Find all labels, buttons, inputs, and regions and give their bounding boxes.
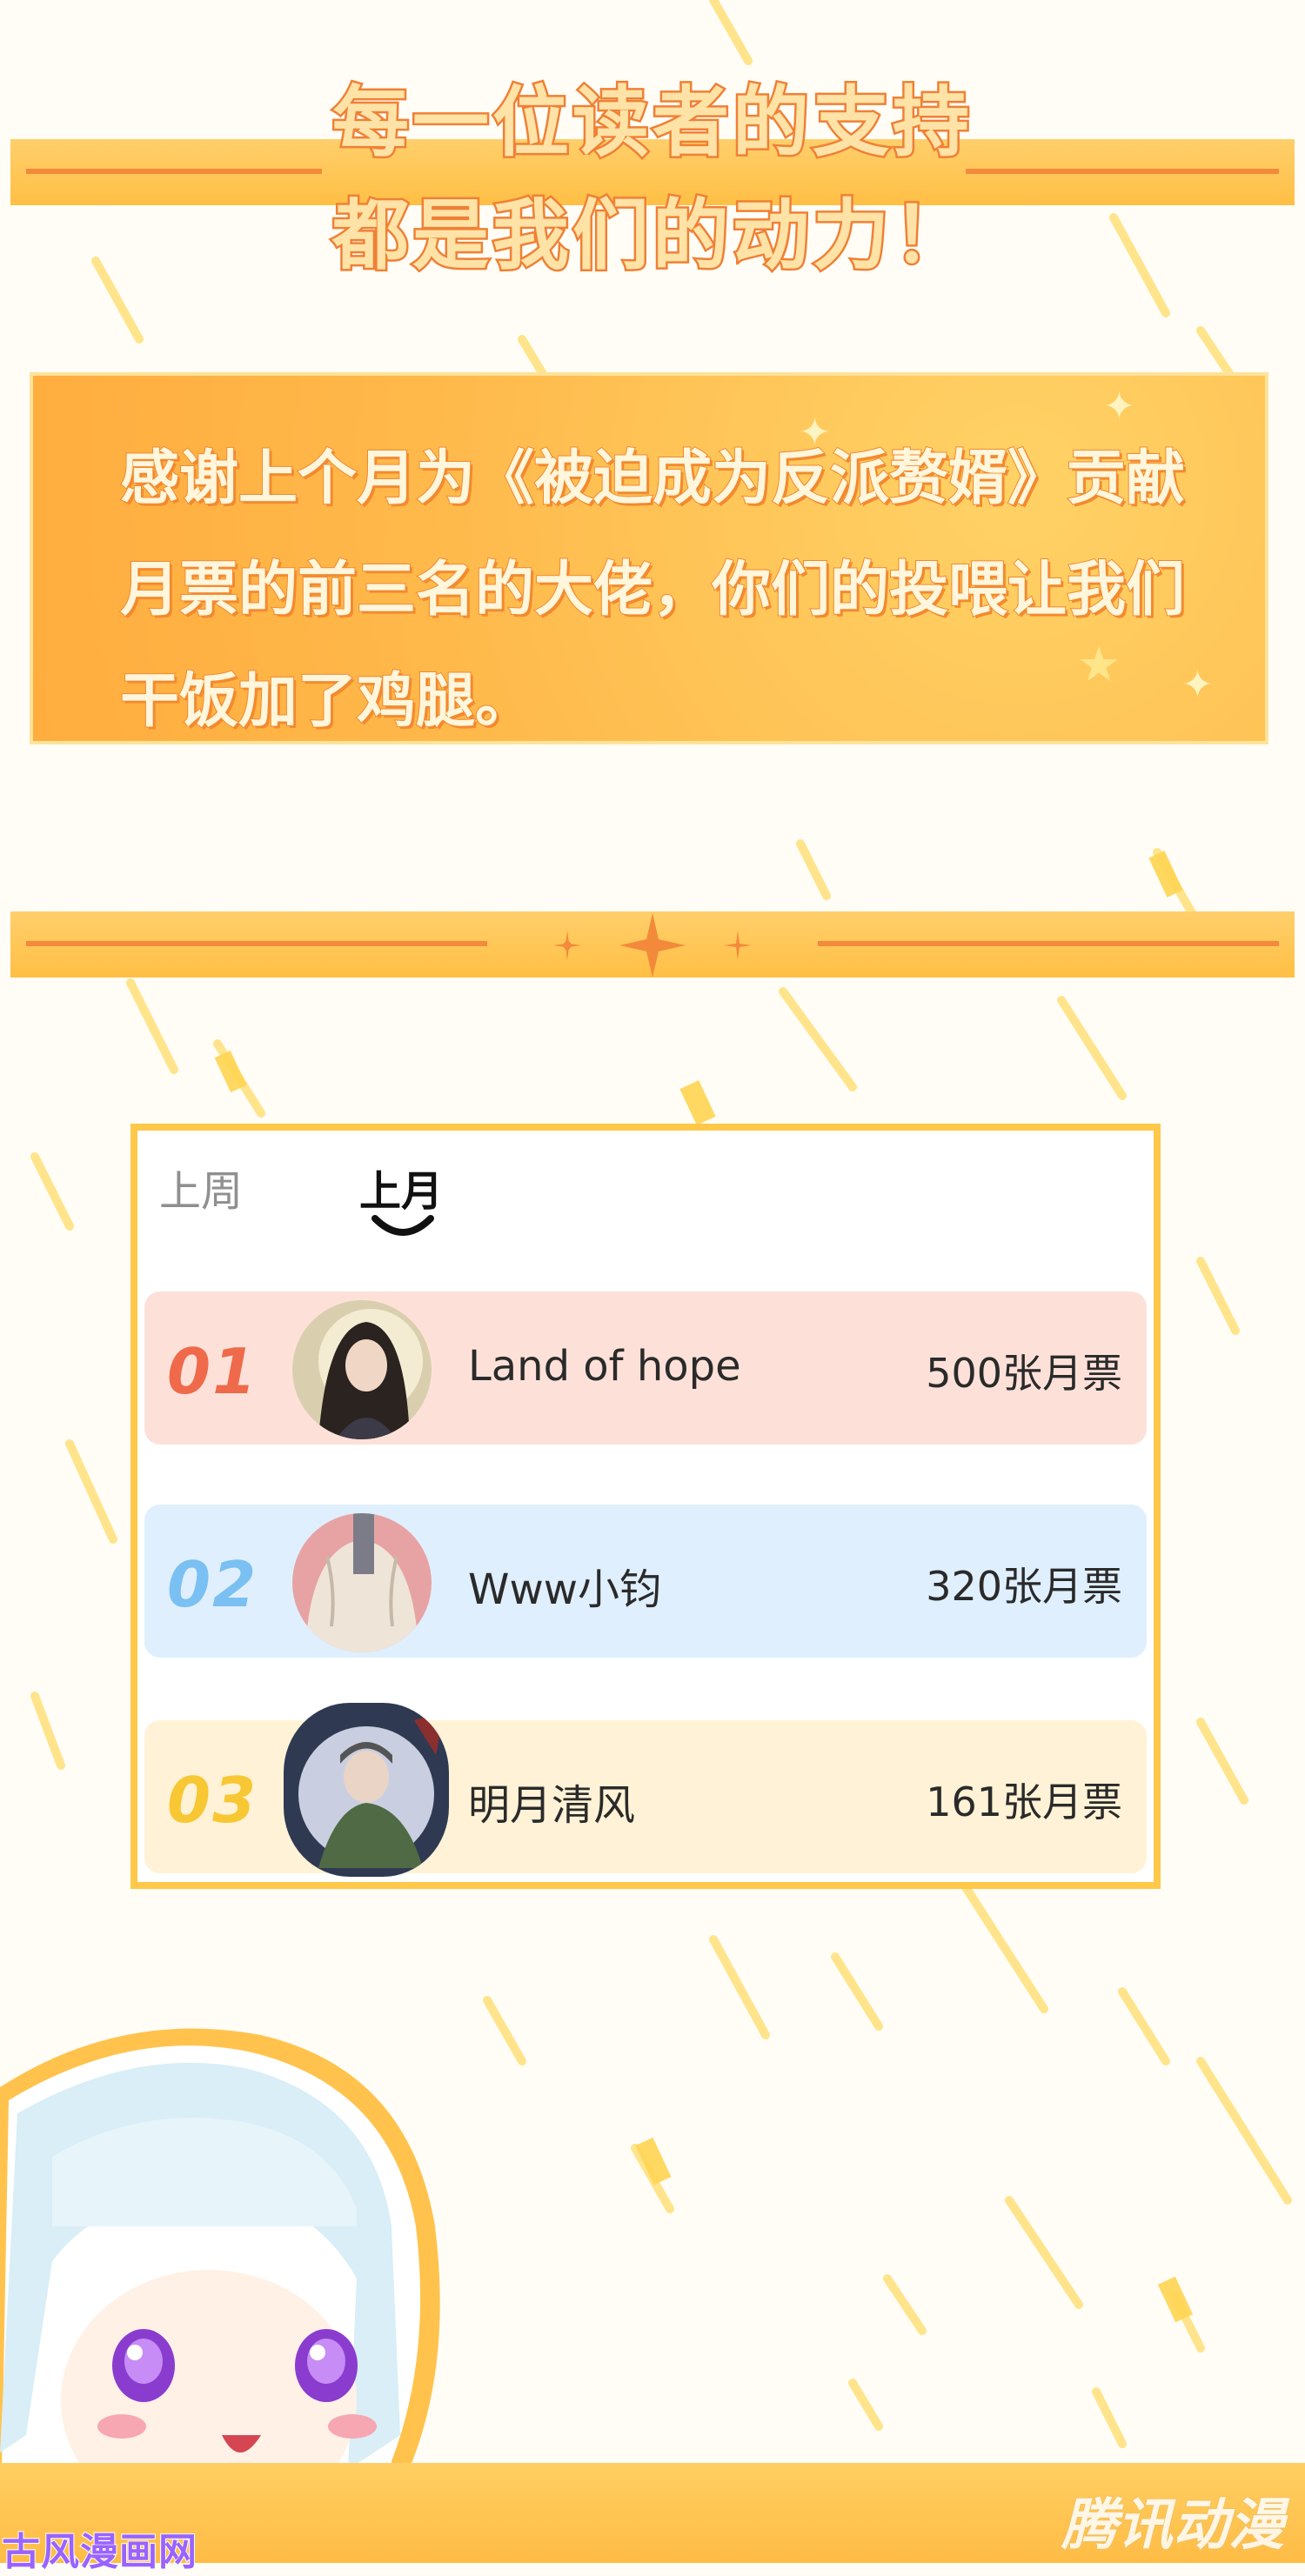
headline-line-2: 都是我们的动力！: [330, 189, 973, 283]
thanks-message: 感谢上个月为《被迫成为反派赘婿》贡献月票的前三名的大佬，你们的投喂让我们干饭加了…: [119, 444, 1186, 737]
leaderboard-row[interactable]: 02 Www小钧 320张月票: [144, 1505, 1147, 1658]
rank-number: 03: [167, 1764, 258, 1837]
divider-stars-icon: [553, 913, 752, 978]
leaderboard-row[interactable]: 03 明月清风 161张月票: [144, 1703, 1147, 1877]
rank-number: 02: [167, 1548, 258, 1621]
leaderboard-card: 上周 上月 01 Land of hope 500张月票 02 Www小钧 32…: [130, 1124, 1161, 1889]
watermark-right: 腾讯动漫: [1061, 2493, 1285, 2559]
user-name: Www小钧: [468, 1565, 661, 1614]
avatar[interactable]: [292, 1513, 432, 1652]
sparkle-icon: ✦: [1103, 384, 1135, 429]
user-name: 明月清风: [468, 1781, 636, 1830]
thanks-panel: ✦ ✦ ✦ ★ 感谢上个月为《被迫成为反派赘婿》贡献月票的前三名的大佬，你们的投…: [30, 372, 1268, 744]
user-name: Land of hope: [468, 1342, 741, 1391]
active-tab-indicator-icon: [371, 1215, 434, 1236]
tab-last-week[interactable]: 上周: [159, 1157, 243, 1218]
avatar[interactable]: [292, 1300, 432, 1439]
leaderboard-row[interactable]: 01 Land of hope 500张月票: [144, 1291, 1147, 1445]
tab-last-month[interactable]: 上月: [359, 1157, 443, 1218]
rank-number: 01: [167, 1335, 258, 1408]
vote-count: 320张月票: [926, 1563, 1122, 1610]
vote-count: 500张月票: [926, 1350, 1122, 1397]
vote-count: 161张月票: [926, 1779, 1122, 1825]
avatar[interactable]: [284, 1703, 449, 1877]
headline-line-1: 每一位读者的支持: [330, 76, 973, 170]
watermark-left: 古风漫画网: [1, 2529, 197, 2575]
